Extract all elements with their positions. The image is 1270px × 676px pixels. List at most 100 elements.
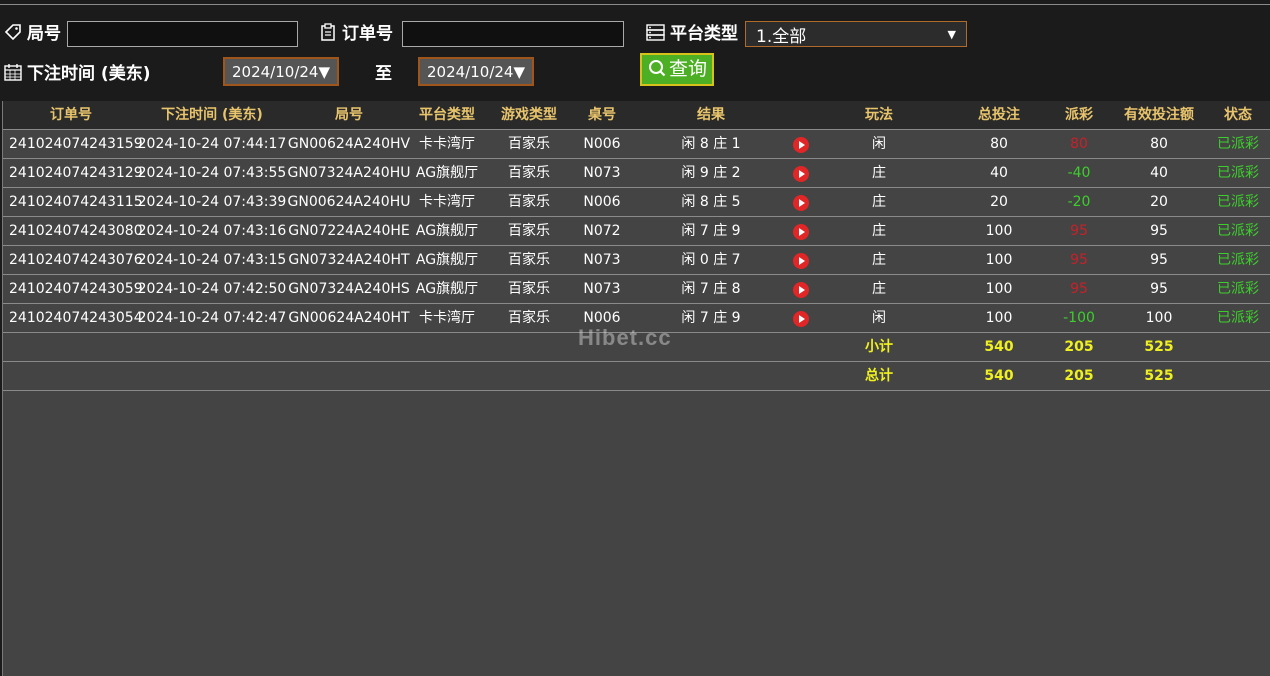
play-icon[interactable] <box>793 166 809 182</box>
valid-bet-cell: 40 <box>1150 165 1168 181</box>
bet-type-cell: 庄 <box>872 252 886 268</box>
round-cell: GN07224A240HE <box>288 223 410 239</box>
bet-type-cell: 庄 <box>872 281 886 297</box>
tag-icon <box>3 22 23 42</box>
total-row: 总计 540 205 525 <box>3 362 1270 391</box>
table-number-cell: N072 <box>583 223 621 239</box>
play-icon[interactable] <box>793 253 809 269</box>
column-header: 下注时间 (美东) <box>161 107 263 123</box>
platform-cell: 卡卡湾厅 <box>419 310 475 326</box>
query-button[interactable]: 查询 <box>640 53 714 86</box>
valid-bet-cell: 80 <box>1150 136 1168 152</box>
date-to-picker[interactable]: 2024/10/24▼ <box>418 57 534 86</box>
result-cell: 闲 9 庄 2 <box>681 165 741 181</box>
status-cell: 已派彩 <box>1217 136 1259 152</box>
table-header-row: 订单号 下注时间 (美东) 局号 平台类型 游戏类型 桌号 结果 玩法 总投注 … <box>3 101 1270 130</box>
bet-type-cell: 闲 <box>872 310 886 326</box>
bet-time-cell: 2024-10-24 07:44:17 <box>137 136 287 152</box>
column-header: 状态 <box>1224 107 1252 123</box>
date-from-picker[interactable]: 2024/10/24▼ <box>223 57 339 86</box>
round-label-text: 局号 <box>27 24 61 44</box>
chevron-down-icon: ▼ <box>947 27 956 41</box>
bet-time-cell: 2024-10-24 07:42:50 <box>137 281 287 297</box>
column-header: 游戏类型 <box>501 107 557 123</box>
game-type-cell: 百家乐 <box>508 194 550 210</box>
order-number-cell: 241024074243115 <box>9 194 143 210</box>
to-label: 至 <box>375 64 392 84</box>
platform-cell: 卡卡湾厅 <box>419 136 475 152</box>
search-icon <box>647 58 667 82</box>
bet-type-cell: 庄 <box>872 194 886 210</box>
bet-time-cell: 2024-10-24 07:43:16 <box>137 223 287 239</box>
result-cell: 闲 0 庄 7 <box>681 252 741 268</box>
time-filter-label: 下注时间 (美东) <box>3 59 150 84</box>
platform-cell: AG旗舰厅 <box>415 165 479 181</box>
result-cell: 闲 8 庄 1 <box>681 136 741 152</box>
play-icon[interactable] <box>793 224 809 240</box>
server-icon <box>645 22 666 42</box>
table-row: 241024074243076 2024-10-24 07:43:15 GN07… <box>3 246 1270 275</box>
result-cell: 闲 7 庄 9 <box>681 310 741 326</box>
payout-cell: 95 <box>1070 281 1088 297</box>
platform-select[interactable]: 1.全部 ▼ <box>745 21 967 47</box>
order-number-cell: 241024074243059 <box>9 281 143 297</box>
round-cell: GN07324A240HU <box>287 165 411 181</box>
round-input[interactable] <box>67 21 298 47</box>
table-number-cell: N073 <box>583 281 621 297</box>
column-header: 局号 <box>335 107 363 123</box>
top-divider <box>0 4 1270 5</box>
platform-selected-value: 1.全部 <box>756 26 807 47</box>
game-type-cell: 百家乐 <box>508 136 550 152</box>
order-number-input[interactable] <box>402 21 624 47</box>
result-cell: 闲 7 庄 9 <box>681 223 741 239</box>
table-row: 241024074243115 2024-10-24 07:43:39 GN00… <box>3 188 1270 217</box>
result-cell: 闲 8 庄 5 <box>681 194 741 210</box>
bet-type-cell: 庄 <box>872 165 886 181</box>
platform-cell: AG旗舰厅 <box>415 223 479 239</box>
status-cell: 已派彩 <box>1217 310 1259 326</box>
bet-time-cell: 2024-10-24 07:43:15 <box>137 252 287 268</box>
bet-type-cell: 闲 <box>872 136 886 152</box>
round-cell: GN00624A240HT <box>288 310 410 326</box>
subtotal-valid: 525 <box>1144 339 1174 355</box>
payout-cell: 95 <box>1070 252 1088 268</box>
total-bet-cell: 100 <box>985 310 1013 326</box>
valid-bet-cell: 95 <box>1150 223 1168 239</box>
order-number-cell: 241024074243080 <box>9 223 143 239</box>
play-icon[interactable] <box>793 311 809 327</box>
total-bet-cell: 40 <box>990 165 1008 181</box>
order-filter-label: 订单号 <box>318 19 393 44</box>
column-header: 结果 <box>697 107 725 123</box>
valid-bet-cell: 100 <box>1145 310 1173 326</box>
subtotal-payout: 205 <box>1064 339 1094 355</box>
table-number-cell: N073 <box>583 252 621 268</box>
bet-type-cell: 庄 <box>872 223 886 239</box>
bet-time-cell: 2024-10-24 07:43:55 <box>137 165 287 181</box>
platform-label-text: 平台类型 <box>670 24 738 44</box>
order-number-cell: 241024074243054 <box>9 310 143 326</box>
play-icon[interactable] <box>793 137 809 153</box>
order-number-cell: 241024074243076 <box>9 252 143 268</box>
table-row: 241024074243080 2024-10-24 07:43:16 GN07… <box>3 217 1270 246</box>
platform-cell: 卡卡湾厅 <box>419 194 475 210</box>
subtotal-bet: 540 <box>984 339 1014 355</box>
platform-cell: AG旗舰厅 <box>415 252 479 268</box>
game-type-cell: 百家乐 <box>508 223 550 239</box>
payout-cell: 95 <box>1070 223 1088 239</box>
bet-records-table: 订单号 下注时间 (美东) 局号 平台类型 游戏类型 桌号 结果 玩法 总投注 … <box>2 101 1270 676</box>
column-header: 有效投注额 <box>1124 107 1194 123</box>
table-number-cell: N006 <box>583 136 621 152</box>
result-cell: 闲 7 庄 8 <box>681 281 741 297</box>
total-bet-cell: 20 <box>990 194 1008 210</box>
bet-time-cell: 2024-10-24 07:43:39 <box>137 194 287 210</box>
play-icon[interactable] <box>793 195 809 211</box>
round-cell: GN07324A240HT <box>288 252 410 268</box>
payout-cell: -100 <box>1063 310 1095 326</box>
play-icon[interactable] <box>793 282 809 298</box>
column-header: 平台类型 <box>419 107 475 123</box>
status-cell: 已派彩 <box>1217 223 1259 239</box>
bet-time-cell: 2024-10-24 07:42:47 <box>137 310 287 326</box>
column-header: 玩法 <box>865 107 893 123</box>
game-type-cell: 百家乐 <box>508 165 550 181</box>
payout-cell: -20 <box>1067 194 1091 210</box>
